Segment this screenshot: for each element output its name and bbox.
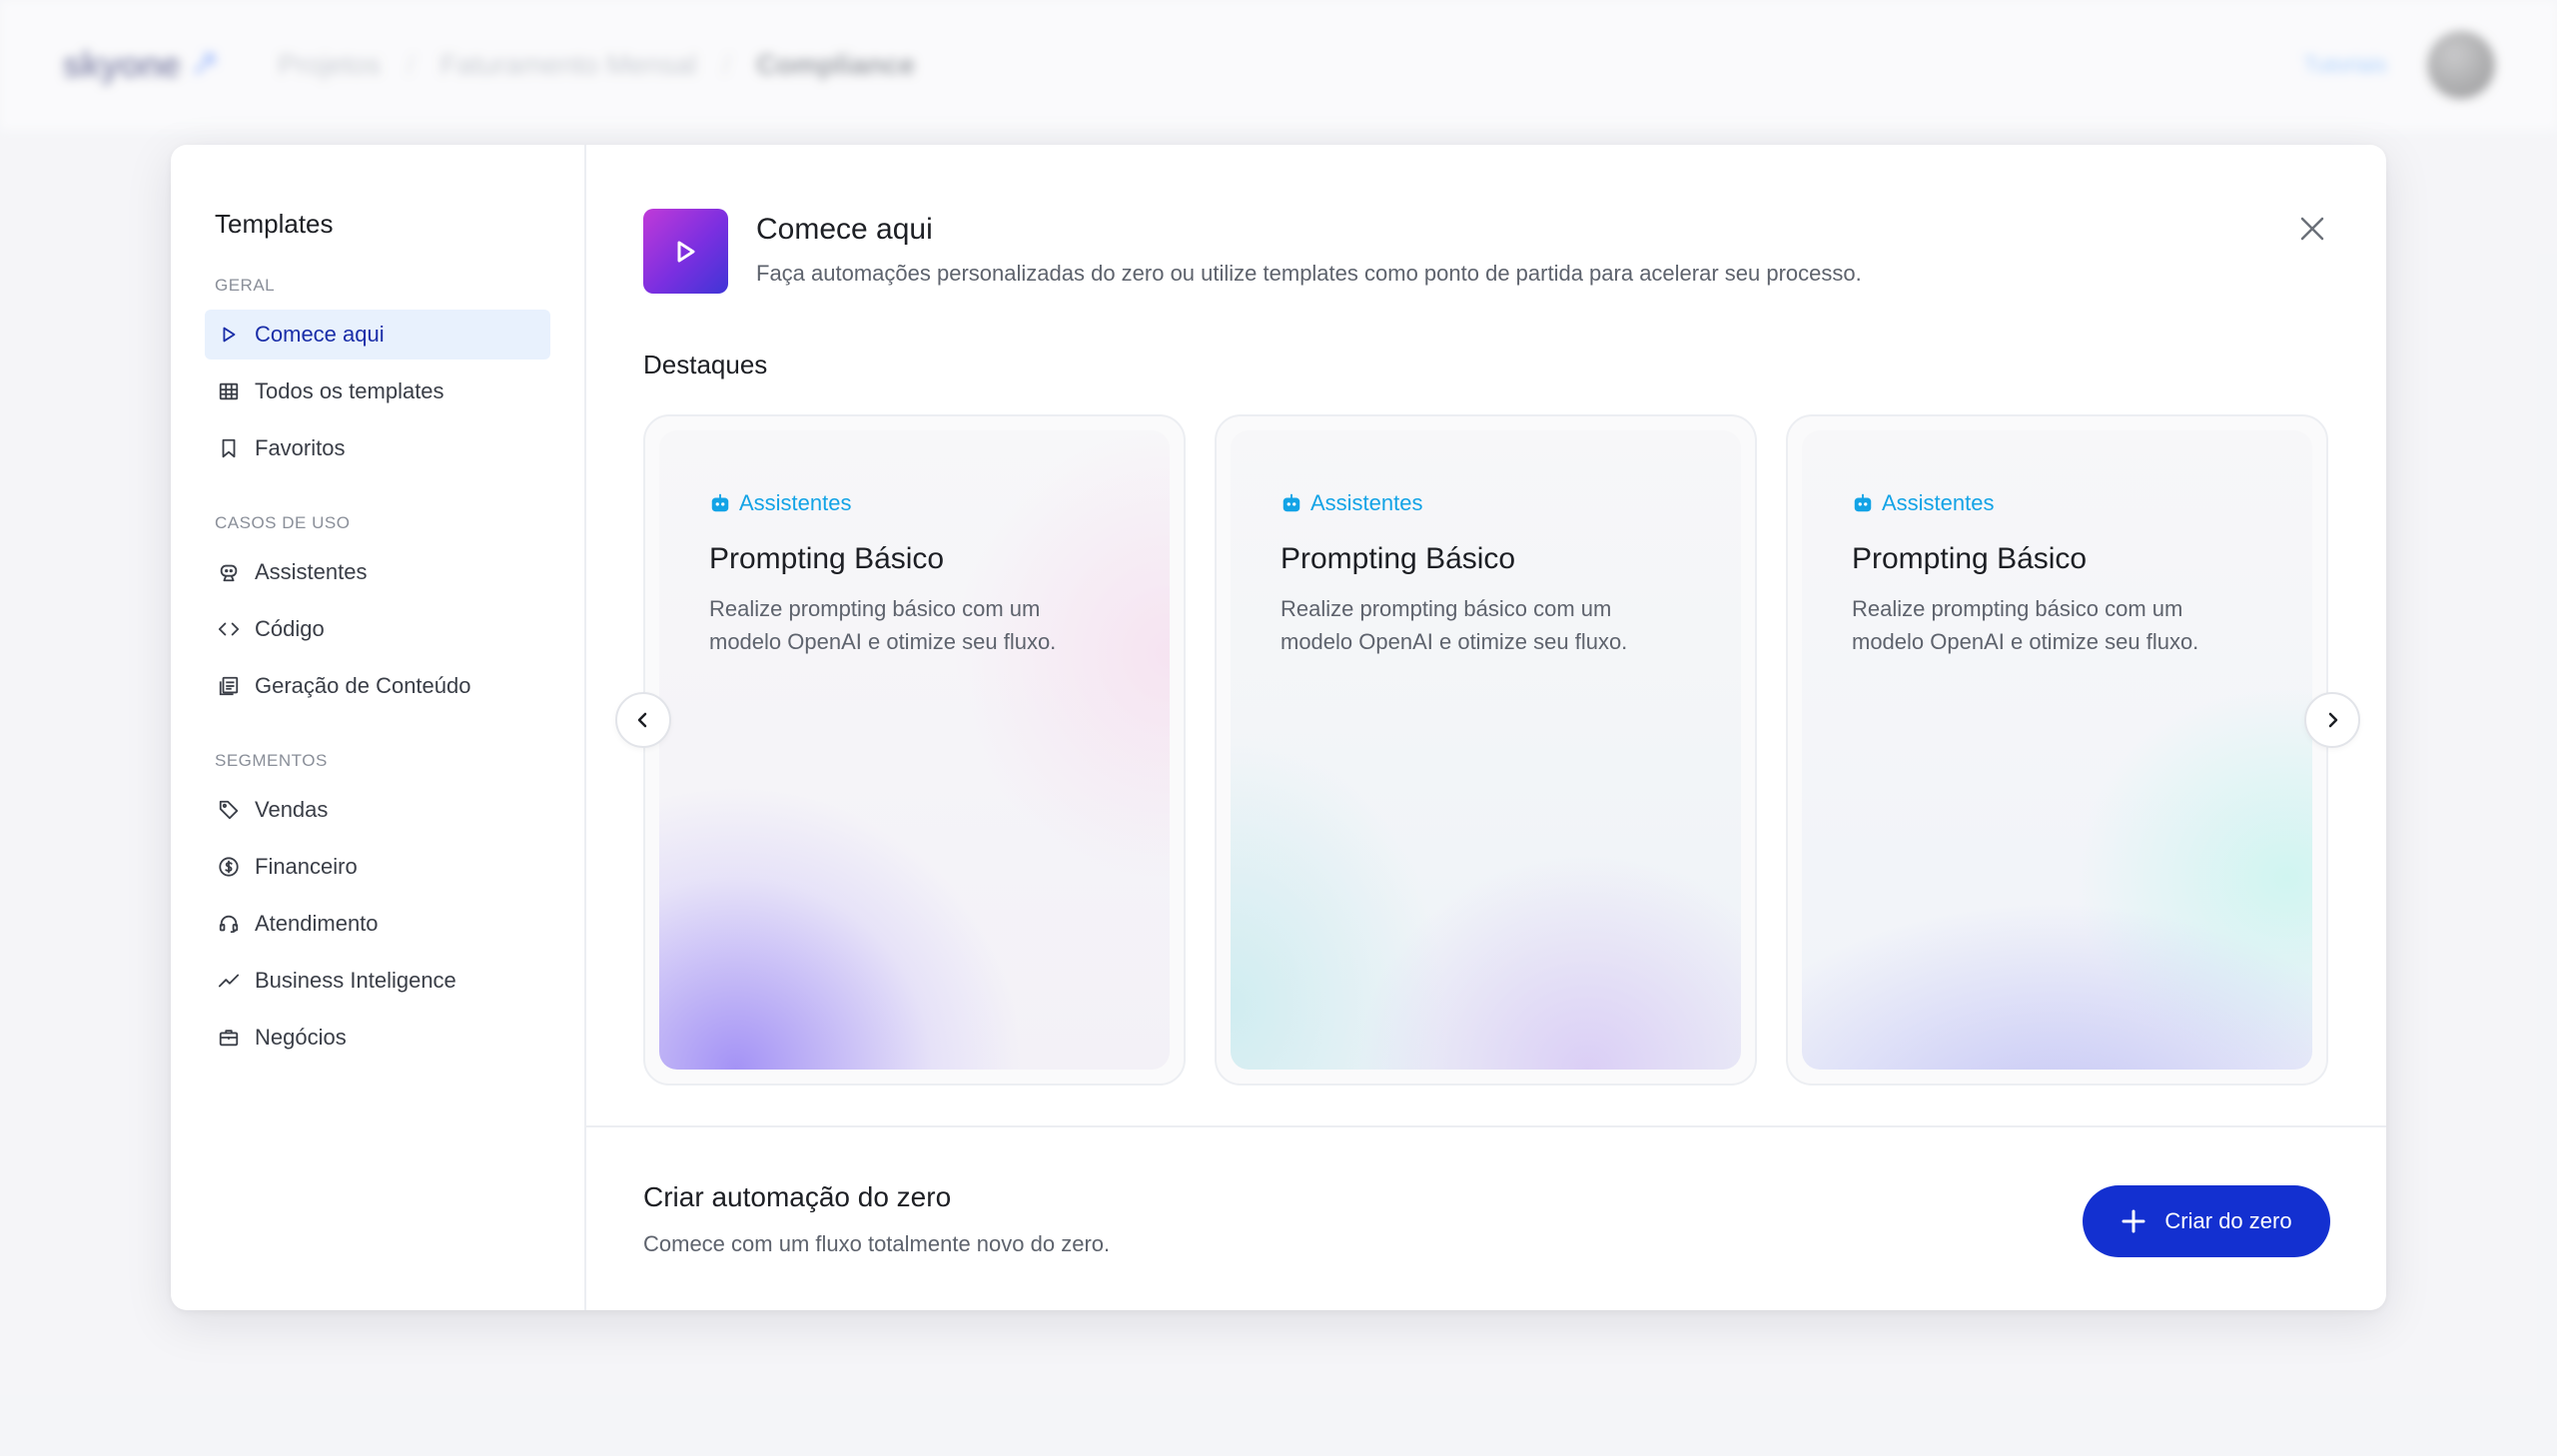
sidebar-item-comece-aqui[interactable]: Comece aqui [205,310,550,360]
close-icon [2300,217,2324,241]
card-title: Prompting Básico [1280,542,1516,575]
button-label: Criar do zero [2164,1208,2292,1233]
sidebar-item-label: Atendimento [255,911,379,936]
section-label: SEGMENTOS [215,751,328,770]
sidebar-item-atendimento[interactable]: Atendimento [205,899,550,949]
create-from-scratch-button[interactable]: Criar do zero [2083,1185,2330,1257]
carousel-next-button[interactable] [2304,692,2360,748]
sidebar-item-assistentes[interactable]: Assistentes [205,547,550,597]
sidebar-item-label: Vendas [255,797,329,822]
close-button[interactable] [2294,211,2330,247]
highlights-title: Destaques [643,350,768,379]
chevron-right-icon [2328,712,2338,728]
sidebar-item-codigo[interactable]: Código [205,604,550,654]
category-badge[interactable]: Assistentes [1840,486,2007,520]
category-badge[interactable]: Assistentes [1269,486,1435,520]
create-from-scratch-section: Criar automação do zero Comece com um fl… [586,1125,2386,1310]
sidebar-section-segmentos: SEGMENTOS Vendas Financeiro Atendimento [205,751,550,1063]
robot-icon [1282,493,1300,512]
robot-icon [711,493,729,512]
card-body: Assistentes Prompting Básico Realize pro… [1231,430,1741,1070]
page-header: Comece aqui Faça automações personalizad… [643,209,2330,294]
main-content: Comece aqui Faça automações personalizad… [586,145,2386,1125]
headset-icon [217,912,241,936]
create-from-scratch-text: Criar automação do zero Comece com um fl… [643,1181,1110,1257]
sidebar-section-casos-de-uso: CASOS DE USO Assistentes Código Geração … [205,513,550,711]
dollar-icon [217,855,241,879]
sidebar-title: Templates [215,209,334,239]
template-card[interactable]: Assistentes Prompting Básico Realize pro… [643,414,1186,1086]
page-subtitle: Faça automações personalizadas do zero o… [756,261,1862,286]
sidebar-item-label: Negócios [255,1025,347,1050]
templates-sidebar: Templates GERAL Comece aqui Todos os tem… [171,145,586,1310]
template-card[interactable]: Assistentes Prompting Básico Realize pro… [1215,414,1757,1086]
sidebar-item-label: Business Inteligence [255,968,456,993]
chevron-left-icon [637,712,647,728]
bookmark-icon [217,436,241,460]
trend-icon [217,969,241,993]
sidebar-item-negocios[interactable]: Negócios [205,1013,550,1063]
templates-main: Comece aqui Faça automações personalizad… [586,145,2386,1310]
card-description: Realize prompting básico com um modelo O… [1852,596,2199,654]
badge-label: Assistentes [739,490,852,515]
sidebar-item-label: Financeiro [255,854,358,879]
tag-icon [217,798,241,822]
highlights-carousel: Assistentes Prompting Básico Realize pro… [615,414,2360,1086]
robot-icon [1854,493,1872,512]
create-from-scratch-subtitle: Comece com um fluxo totalmente novo do z… [643,1231,1111,1256]
sidebar-item-label: Comece aqui [255,322,385,347]
section-label: GERAL [215,276,276,295]
sidebar-item-vendas[interactable]: Vendas [205,785,550,835]
badge-label: Assistentes [1882,490,1995,515]
briefcase-icon [217,1026,241,1050]
sidebar-item-label: Favoritos [255,435,346,460]
section-label: CASOS DE USO [215,513,351,532]
sidebar-item-label: Assistentes [255,559,368,584]
category-badge[interactable]: Assistentes [697,486,864,520]
badge-label: Assistentes [1310,490,1423,515]
carousel-prev-button[interactable] [615,692,671,748]
sidebar-item-business-inteligence[interactable]: Business Inteligence [205,956,550,1006]
page-title: Comece aqui [756,213,933,246]
create-from-scratch-title: Criar automação do zero [643,1181,952,1212]
card-description: Realize prompting básico com um modelo O… [1280,596,1628,654]
card-title: Prompting Básico [709,542,945,575]
plus-icon [2122,1209,2145,1233]
card-description: Realize prompting básico com um modelo O… [709,596,1057,654]
document-icon [217,674,241,698]
page-header-text: Comece aqui Faça automações personalizad… [756,209,1862,287]
robot-icon [217,560,241,584]
sidebar-item-label: Código [255,616,325,641]
sidebar-item-favoritos[interactable]: Favoritos [205,423,550,473]
play-icon [217,323,241,347]
sidebar-item-financeiro[interactable]: Financeiro [205,842,550,892]
sidebar-section-geral: GERAL Comece aqui Todos os templates Fav… [205,276,550,473]
templates-modal: Templates GERAL Comece aqui Todos os tem… [171,145,2386,1310]
card-body: Assistentes Prompting Básico Realize pro… [659,430,1170,1070]
card-title: Prompting Básico [1852,542,2088,575]
sidebar-item-label: Todos os templates [255,378,444,403]
sidebar-item-todos-templates[interactable]: Todos os templates [205,366,550,416]
card-body: Assistentes Prompting Básico Realize pro… [1802,430,2312,1070]
grid-icon [217,379,241,403]
sidebar-item-geracao-conteudo[interactable]: Geração de Conteúdo [205,661,550,711]
play-icon [643,209,728,294]
template-card[interactable]: Assistentes Prompting Básico Realize pro… [1786,414,2328,1086]
code-icon [217,617,241,641]
sidebar-item-label: Geração de Conteúdo [255,673,471,698]
